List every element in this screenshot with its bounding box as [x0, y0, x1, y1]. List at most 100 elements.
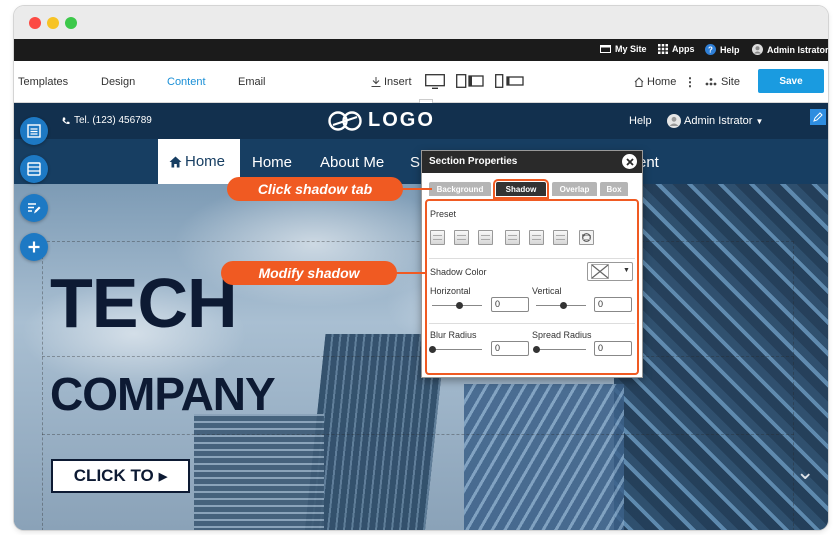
- download-icon: [371, 77, 381, 87]
- more-options-icon[interactable]: ⋮: [684, 75, 696, 89]
- horizontal-input[interactable]: 0: [491, 297, 529, 312]
- play-arrow-icon: ▶: [158, 470, 168, 483]
- sidebar-add-button[interactable]: [20, 233, 48, 261]
- apps-link[interactable]: Apps: [658, 44, 695, 54]
- nav-home-active[interactable]: Home: [158, 139, 240, 184]
- logo-infinity-icon: [328, 110, 362, 131]
- monitor-icon: [600, 44, 611, 53]
- shadow-color-label: Shadow Color: [430, 267, 487, 277]
- grid-icon: [658, 44, 668, 54]
- site-menu[interactable]: Site: [705, 76, 740, 88]
- editor-toolbar: Templates Design Content Email Insert Ho…: [14, 61, 828, 105]
- caret-down-icon: ▼: [623, 267, 630, 274]
- close-panel-button[interactable]: [622, 154, 637, 169]
- callout-connector: [402, 188, 432, 190]
- home-icon: [169, 156, 182, 167]
- question-icon: ?: [705, 44, 716, 55]
- user-avatar-icon: [667, 114, 681, 128]
- user-avatar-icon: [752, 44, 763, 55]
- maximize-window-dot[interactable]: [65, 17, 77, 29]
- row-divider: [42, 434, 794, 435]
- spread-radius-input[interactable]: 0: [594, 341, 632, 356]
- slider-knob[interactable]: [429, 346, 436, 353]
- nav-about-me[interactable]: About Me: [320, 154, 384, 171]
- nav-item-s[interactable]: S: [410, 154, 420, 171]
- site-header: Tel. (123) 456789 LOGO Help Admin Istrat…: [14, 103, 828, 139]
- shadow-preset-4[interactable]: [505, 230, 520, 245]
- svg-text:?: ?: [708, 46, 713, 55]
- home-icon: [634, 77, 644, 87]
- tablet-view-icon[interactable]: [456, 74, 484, 88]
- shadow-preset-1[interactable]: [430, 230, 445, 245]
- shadow-preset-2[interactable]: [454, 230, 469, 245]
- row-divider: [42, 356, 794, 357]
- callout-connector: [396, 272, 426, 274]
- tab-background[interactable]: Background: [429, 182, 491, 196]
- shadow-preset-3[interactable]: [478, 230, 493, 245]
- blur-radius-slider[interactable]: [429, 346, 482, 353]
- caret-down-icon: ▼: [755, 116, 764, 126]
- user-menu[interactable]: Admin Istrator: [752, 44, 828, 55]
- divider: [429, 258, 635, 259]
- site-logo[interactable]: LOGO: [326, 109, 435, 132]
- preset-label: Preset: [430, 209, 457, 219]
- home-page-selector[interactable]: Home: [634, 76, 676, 88]
- shadow-color-picker[interactable]: ▼: [587, 262, 633, 281]
- close-window-dot[interactable]: [29, 17, 41, 29]
- no-color-icon: [591, 264, 609, 279]
- vertical-input[interactable]: 0: [594, 297, 632, 312]
- callout-modify-shadow: Modify shadow: [221, 261, 397, 285]
- shadow-preset-5[interactable]: [529, 230, 544, 245]
- window-titlebar: [14, 6, 828, 39]
- tab-email[interactable]: Email: [238, 76, 266, 88]
- tab-overlap[interactable]: Overlap: [552, 182, 597, 196]
- hero-subtitle: COMPANY: [50, 368, 276, 420]
- section-properties-panel: Section Properties Background Shadow Ove…: [421, 150, 643, 378]
- sidebar-edit-button[interactable]: [20, 194, 48, 222]
- plus-icon: [28, 241, 40, 253]
- mobile-view-icon[interactable]: [495, 74, 525, 88]
- sidebar-sections-button[interactable]: [20, 155, 48, 183]
- blur-radius-label: Blur Radius: [430, 330, 477, 340]
- my-site-link[interactable]: My Site: [600, 44, 647, 54]
- desktop-view-icon[interactable]: [425, 74, 445, 89]
- slider-knob[interactable]: [456, 302, 463, 309]
- tab-shadow[interactable]: Shadow: [493, 179, 549, 199]
- sidebar-pages-button[interactable]: [20, 117, 48, 145]
- edit-header-button[interactable]: [810, 109, 826, 125]
- edit-list-icon: [28, 203, 41, 214]
- site-user-menu[interactable]: Admin Istrator ▼: [667, 114, 763, 128]
- reset-preset-button[interactable]: [579, 230, 594, 245]
- shadow-preset-6[interactable]: [553, 230, 568, 245]
- reset-icon: [582, 233, 591, 242]
- scroll-arrow-icon[interactable]: ⌄: [796, 459, 814, 485]
- sections-icon: [27, 162, 41, 176]
- slider-knob[interactable]: [560, 302, 567, 309]
- tab-box[interactable]: Box: [600, 182, 628, 196]
- phone-icon: [62, 117, 70, 124]
- site-help-link[interactable]: Help: [629, 115, 652, 127]
- nav-home[interactable]: Home: [252, 154, 292, 171]
- tab-design[interactable]: Design: [101, 76, 135, 88]
- tab-templates[interactable]: Templates: [18, 76, 68, 88]
- page-canvas: Tel. (123) 456789 LOGO Help Admin Istrat…: [14, 103, 828, 530]
- pages-icon: [27, 124, 41, 138]
- site-dots-icon: [705, 78, 717, 86]
- help-link[interactable]: ? Help: [705, 44, 740, 55]
- panel-header: Section Properties: [422, 151, 642, 173]
- save-button[interactable]: Save: [758, 69, 824, 93]
- vertical-label: Vertical: [532, 286, 562, 296]
- cta-button[interactable]: CLICK TO ▶: [51, 459, 190, 493]
- divider: [429, 323, 635, 324]
- tab-content[interactable]: Content: [167, 76, 206, 88]
- slider-knob[interactable]: [533, 346, 540, 353]
- spread-radius-slider[interactable]: [533, 346, 586, 353]
- spread-radius-label: Spread Radius: [532, 330, 592, 340]
- horizontal-slider[interactable]: [432, 302, 482, 309]
- callout-click-shadow-tab: Click shadow tab: [227, 177, 403, 201]
- blur-radius-input[interactable]: 0: [491, 341, 529, 356]
- minimize-window-dot[interactable]: [47, 17, 59, 29]
- insert-button[interactable]: Insert: [371, 76, 412, 88]
- site-phone: Tel. (123) 456789: [62, 115, 152, 126]
- vertical-slider[interactable]: [536, 302, 586, 309]
